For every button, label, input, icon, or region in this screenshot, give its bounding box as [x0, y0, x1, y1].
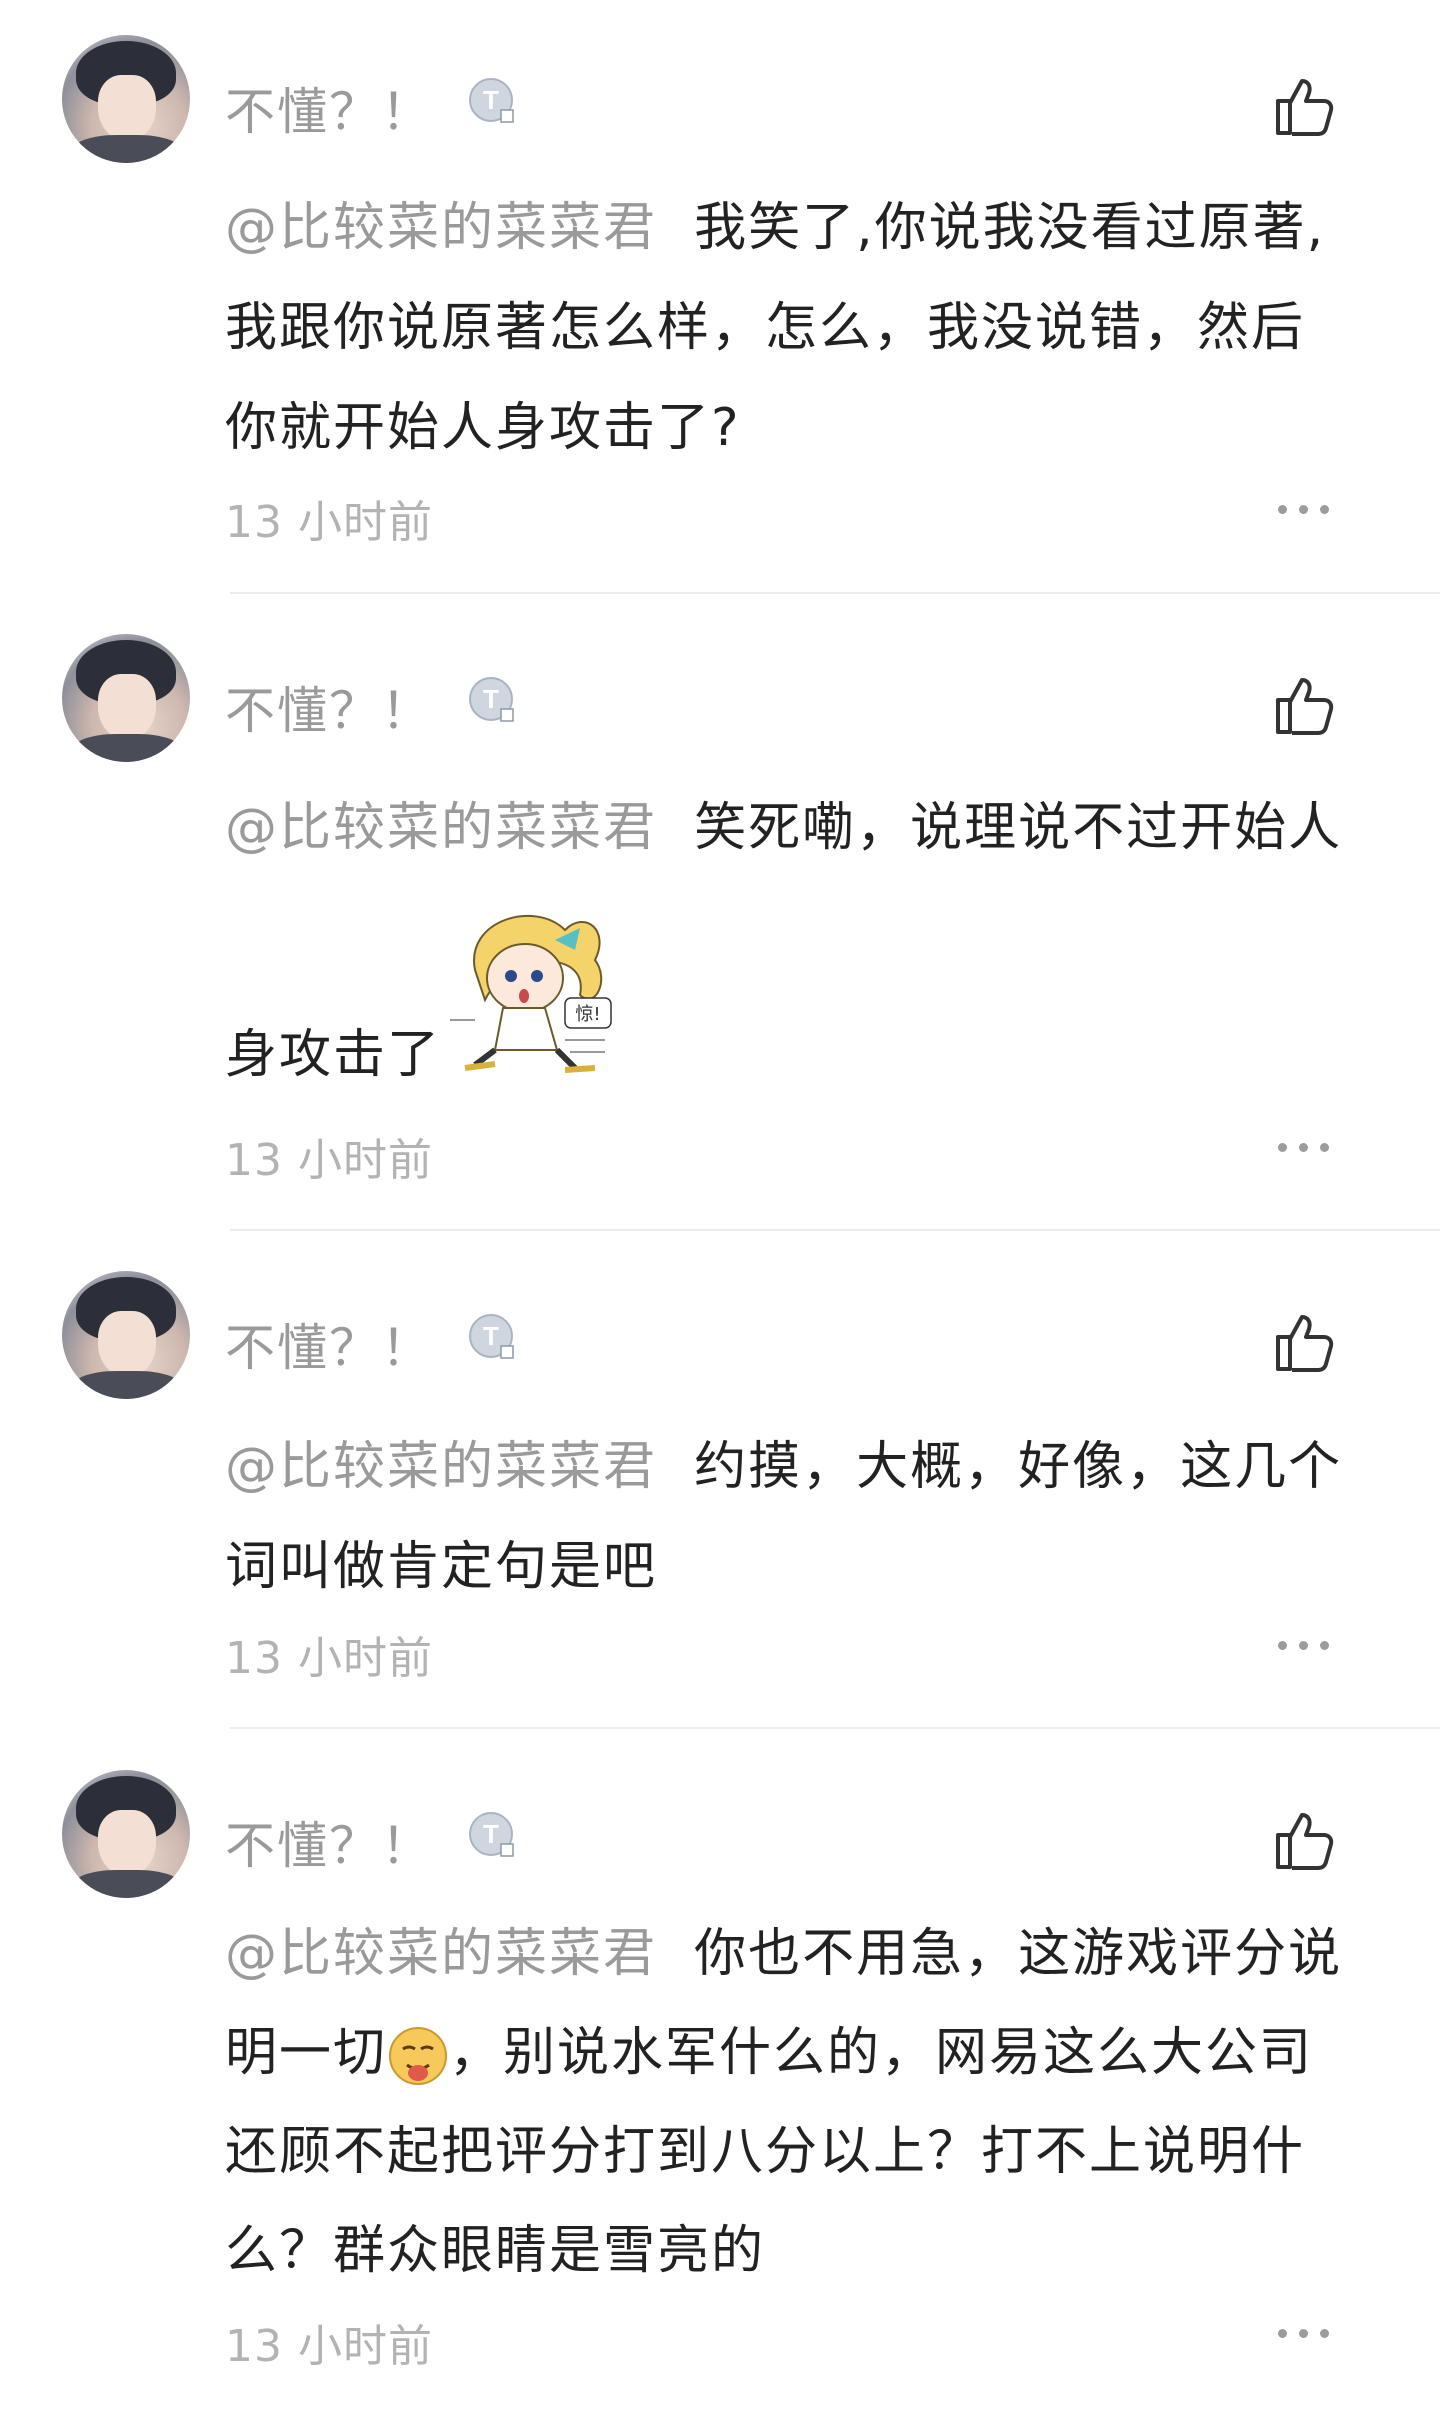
comment-text: 身攻击了	[225, 1005, 1365, 1105]
mention-link[interactable]: @比较菜的菜菜君	[225, 1924, 657, 1984]
timestamp: 13 小时前	[225, 1633, 433, 1684]
comment-line: 你也不用急，这游戏评分说	[694, 1924, 1343, 1984]
timestamp: 13 小时前	[225, 2321, 433, 2372]
svg-text:T: T	[483, 1321, 499, 1351]
t-level-badge-icon: T	[469, 1314, 514, 1359]
comment-line: 约摸，大概，好像，这几个	[694, 1437, 1343, 1497]
divider	[230, 1727, 1440, 1729]
user-avatar[interactable]	[62, 35, 190, 163]
comment-text: @比较菜的菜菜君 我笑了,你说我没看过原著, 我跟你说原著怎么样，怎么，我没说错…	[225, 178, 1365, 478]
mention-link[interactable]: @比较菜的菜菜君	[225, 798, 657, 858]
mention-link[interactable]: @比较菜的菜菜君	[225, 198, 657, 258]
thumbs-up-icon[interactable]	[1270, 73, 1336, 139]
comment-line: 还顾不起把评分打到八分以上？打不上说明什	[225, 2122, 1306, 2182]
sticker-label: 惊!	[575, 1004, 600, 1025]
user-avatar[interactable]	[62, 1770, 190, 1898]
more-options-icon[interactable]	[1278, 1638, 1330, 1652]
more-options-icon[interactable]	[1278, 2326, 1330, 2340]
smirk-emoji	[389, 2027, 448, 2085]
thumbs-up-icon[interactable]	[1270, 1807, 1336, 1873]
thumbs-up-icon[interactable]	[1270, 672, 1336, 738]
comment-text: @比较菜的菜菜君 约摸，大概，好像，这几个 词叫做肯定句是吧	[225, 1417, 1365, 1617]
comment-line: 词叫做肯定句是吧	[225, 1537, 658, 1597]
username[interactable]: 不懂？！	[225, 1308, 433, 1380]
username[interactable]: 不懂？！	[225, 72, 433, 144]
svg-text:T: T	[483, 1819, 499, 1849]
more-options-icon[interactable]	[1278, 1140, 1330, 1154]
user-avatar[interactable]	[62, 634, 190, 762]
svg-text:T: T	[483, 684, 499, 714]
comment-line: 笑死嘞，说理说不过开始人	[694, 798, 1343, 858]
divider	[230, 1229, 1440, 1231]
t-level-badge-icon: T	[469, 1812, 514, 1857]
user-avatar[interactable]	[62, 1271, 190, 1399]
comment-text: @比较菜的菜菜君 你也不用急，这游戏评分说 明一切 ，别说水军什么的，网易这么大公…	[225, 1905, 1365, 2301]
thumbs-up-icon[interactable]	[1270, 1309, 1336, 1375]
svg-text:T: T	[483, 85, 499, 115]
username[interactable]: 不懂？！	[225, 1806, 433, 1878]
comment-line: 明一切	[225, 2023, 388, 2083]
comment-line: 我笑了,你说我没看过原著,	[694, 198, 1326, 258]
more-options-icon[interactable]	[1278, 502, 1330, 516]
surprised-anime-girl-sticker: 惊!	[450, 914, 612, 1073]
mention-link[interactable]: @比较菜的菜菜君	[225, 1437, 657, 1497]
t-level-badge-icon: T	[469, 677, 514, 722]
comment-line: 么？群众眼睛是雪亮的	[225, 2221, 766, 2281]
comment-line: 你就开始人身攻击了?	[225, 398, 741, 458]
comment-line: ，别说水军什么的，网易这么大公司	[449, 2023, 1314, 2083]
timestamp: 13 小时前	[225, 1135, 433, 1186]
comment-text: @比较菜的菜菜君 笑死嘞，说理说不过开始人	[225, 778, 1365, 878]
divider	[230, 592, 1440, 594]
username[interactable]: 不懂？！	[225, 671, 433, 743]
t-level-badge-icon: T	[469, 78, 514, 123]
comment-line: 我跟你说原著怎么样，怎么，我没说错，然后	[225, 298, 1306, 358]
comment-line: 身攻击了	[225, 1025, 442, 1085]
timestamp: 13 小时前	[225, 497, 433, 548]
